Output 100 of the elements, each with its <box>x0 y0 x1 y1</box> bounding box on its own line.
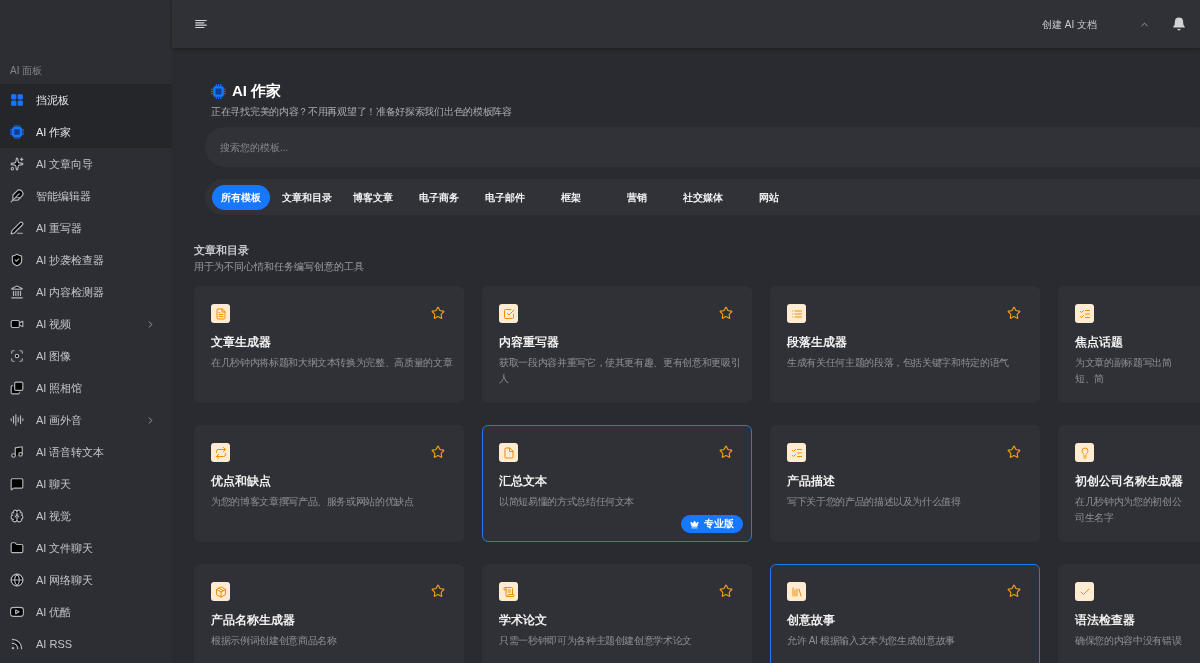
card-title: 内容重写器 <box>499 335 559 350</box>
music-note-icon <box>10 445 24 459</box>
lightbulb-icon <box>1075 443 1094 462</box>
card-title: 学术论文 <box>499 613 547 628</box>
category-tab[interactable]: 框架 <box>542 184 600 210</box>
template-card[interactable]: 创意故事 允许 AI 根据输入文本为您生成创意故事 <box>770 564 1040 663</box>
template-card[interactable]: 初创公司名称生成器 在几秒钟内为您的初创公司生名字 <box>1058 425 1200 542</box>
package-icon <box>211 582 230 601</box>
sidebar-item[interactable]: AI 照相馆 <box>0 372 172 404</box>
card-description: 为文章的副标题写出简短、简 <box>1075 356 1173 386</box>
sidebar-item[interactable]: AI 视觉 <box>0 500 172 532</box>
sidebar-item[interactable]: AI 抄袭检查器 <box>0 244 172 276</box>
check-icon <box>1075 582 1094 601</box>
list-icon <box>787 304 806 323</box>
search-field[interactable]: 搜索您的模板... <box>205 127 1200 167</box>
section-subtitle: 用于为不同心情和任务编写创意的工具 <box>194 260 364 273</box>
card-description: 确保您的内容中没有错误 <box>1075 634 1182 648</box>
category-tab[interactable]: 营销 <box>608 184 666 210</box>
card-title: 初创公司名称生成器 <box>1075 474 1183 489</box>
sidebar-item[interactable]: 智能编辑器 <box>0 180 172 212</box>
sidebar-item[interactable]: AI 作家 <box>0 116 172 148</box>
category-tab[interactable]: 电子邮件 <box>476 184 534 210</box>
sidebar-item[interactable]: 挡泥板 <box>0 84 172 116</box>
sidebar-item[interactable]: AI 网络聊天 <box>0 564 172 596</box>
card-title: 创意故事 <box>787 613 835 628</box>
swap-arrows-icon <box>211 443 230 462</box>
section-title: 文章和目录 <box>194 243 249 257</box>
star-icon[interactable] <box>431 584 445 598</box>
star-icon[interactable] <box>1007 306 1021 320</box>
sidebar-section-label: AI 面板 <box>9 64 43 78</box>
star-icon[interactable] <box>431 306 445 320</box>
card-title: 语法检查器 <box>1075 613 1135 628</box>
badge-label: 专业版 <box>704 518 734 530</box>
star-icon[interactable] <box>719 306 733 320</box>
video-camera-icon <box>10 317 24 331</box>
card-description: 以简短易懂的方式总结任何文本 <box>499 495 635 509</box>
crown-icon <box>690 519 699 529</box>
template-card[interactable]: 产品名称生成器 根据示例词创建创意商品名称 <box>194 564 464 663</box>
sidebar-item[interactable]: AI 视频 <box>0 308 172 340</box>
card-title: 文章生成器 <box>211 335 271 350</box>
rss-icon <box>10 637 24 651</box>
globe-icon <box>10 573 24 587</box>
card-description: 根据示例词创建创意商品名称 <box>211 634 337 648</box>
chip-icon <box>10 125 24 139</box>
card-title: 焦点话题 <box>1075 335 1123 350</box>
pen-icon <box>10 221 24 235</box>
images-icon <box>10 381 24 395</box>
sidebar-item[interactable]: AI 文章向导 <box>0 148 172 180</box>
template-card[interactable]: 产品描述 写下关于您的产品的描述以及为什么值得 <box>770 425 1040 542</box>
star-icon[interactable] <box>431 445 445 459</box>
dashboard-grid-icon <box>10 93 24 107</box>
audio-wave-icon <box>10 413 24 427</box>
card-title: 优点和缺点 <box>211 474 271 489</box>
star-icon[interactable] <box>719 445 733 459</box>
feather-icon <box>10 189 24 203</box>
page-title: AI 作家 <box>232 82 282 100</box>
sidebar-item[interactable]: AI 画外音 <box>0 404 172 436</box>
sidebar-item[interactable]: AI 重写器 <box>0 212 172 244</box>
star-icon[interactable] <box>719 584 733 598</box>
template-card[interactable]: 优点和缺点 为您的博客文章撰写产品、服务或网站的优缺点 <box>194 425 464 542</box>
sidebar-item[interactable]: AI RSS <box>0 628 172 660</box>
template-card[interactable]: 语法检查器 确保您的内容中没有错误 <box>1058 564 1200 663</box>
card-description: 在几秒钟内为您的初创公司生名字 <box>1075 495 1183 525</box>
scroll-icon <box>499 582 518 601</box>
card-title: 产品描述 <box>787 474 835 489</box>
category-tab[interactable]: 电子商务 <box>410 184 468 210</box>
sparkles-icon <box>10 157 24 171</box>
star-icon[interactable] <box>1007 584 1021 598</box>
template-card[interactable]: 焦点话题 为文章的副标题写出简短、简 <box>1058 286 1200 403</box>
sidebar-item[interactable]: AI 语音转文本 <box>0 436 172 468</box>
template-card[interactable]: 汇总文本 以简短易懂的方式总结任何文本 专业版 <box>482 425 752 542</box>
template-card[interactable]: 文章生成器 在几秒钟内将标题和大纲文本转换为完整、高质量的文章 <box>194 286 464 403</box>
menu-icon[interactable] <box>194 17 208 31</box>
scan-frame-icon <box>10 349 24 363</box>
category-tab[interactable]: 社交媒体 <box>674 184 732 210</box>
brain-icon <box>10 509 24 523</box>
star-icon[interactable] <box>1007 445 1021 459</box>
card-description: 允许 AI 根据输入文本为您生成创意故事 <box>787 634 955 648</box>
create-document-dropdown[interactable]: 创建 AI 文档 <box>1042 16 1150 32</box>
notification-bell-icon[interactable] <box>1172 17 1186 31</box>
card-description: 在几秒钟内将标题和大纲文本转换为完整、高质量的文章 <box>211 356 453 370</box>
checklist-icon <box>787 443 806 462</box>
books-icon <box>787 582 806 601</box>
card-description: 写下关于您的产品的描述以及为什么值得 <box>787 495 961 509</box>
category-tab[interactable]: 所有模板 <box>212 184 270 210</box>
page-subtitle: 正在寻找完美的内容？不用再观望了！准备好探索我们出色的模板阵容 <box>211 105 512 119</box>
category-tab[interactable]: 网站 <box>740 184 798 210</box>
card-description: 为您的博客文章撰写产品、服务或网站的优缺点 <box>211 495 414 509</box>
category-tab[interactable]: 博客文章 <box>344 184 402 210</box>
document-icon <box>211 304 230 323</box>
sidebar-item[interactable]: AI 文件聊天 <box>0 532 172 564</box>
template-card[interactable]: 段落生成器 生成有关任何主题的段落，包括关键字和特定的语气 <box>770 286 1040 403</box>
category-tab[interactable]: 文章和目录 <box>278 184 336 210</box>
sidebar-item[interactable]: AI 图像 <box>0 340 172 372</box>
card-title: 产品名称生成器 <box>211 613 295 628</box>
checklist-icon <box>1075 304 1094 323</box>
folder-icon <box>10 541 24 555</box>
sidebar-item[interactable]: AI 聊天 <box>0 468 172 500</box>
sidebar-item[interactable]: AI 优酷 <box>0 596 172 628</box>
sidebar-item[interactable]: AI 内容检测器 <box>0 276 172 308</box>
